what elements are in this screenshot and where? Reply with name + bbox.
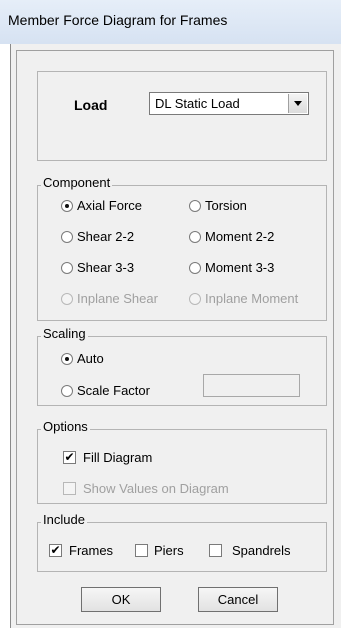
radio-shear-2-2[interactable]	[61, 231, 73, 243]
label-show-values: Show Values on Diagram	[83, 481, 229, 496]
include-legend: Include	[41, 512, 87, 527]
label-inplane-moment: Inplane Moment	[205, 291, 299, 306]
label-fill-diagram[interactable]: Fill Diagram	[83, 450, 152, 465]
dropdown-arrow-button[interactable]	[288, 94, 307, 113]
checkbox-fill-diagram[interactable]: ✔	[63, 451, 76, 464]
radio-inplane-shear	[61, 293, 73, 305]
radio-shear-3-3[interactable]	[61, 262, 73, 274]
load-group	[37, 71, 327, 161]
radio-scale-factor[interactable]	[61, 385, 73, 397]
scaling-legend: Scaling	[41, 326, 88, 341]
scale-factor-input[interactable]	[203, 374, 300, 397]
checkbox-frames[interactable]: ✔	[49, 544, 62, 557]
label-axial-force[interactable]: Axial Force	[77, 198, 142, 213]
label-shear-3-3[interactable]: Shear 3-3	[77, 260, 134, 275]
label-piers[interactable]: Piers	[154, 543, 184, 558]
label-scale-factor[interactable]: Scale Factor	[77, 383, 150, 398]
label-inplane-shear: Inplane Shear	[77, 291, 158, 306]
label-frames[interactable]: Frames	[69, 543, 113, 558]
radio-auto[interactable]	[61, 353, 73, 365]
checkbox-spandrels[interactable]	[209, 544, 222, 557]
window-title: Member Force Diagram for Frames	[8, 12, 228, 28]
ok-button[interactable]: OK	[81, 587, 161, 612]
label-torsion[interactable]: Torsion	[205, 198, 247, 213]
radio-moment-2-2[interactable]	[189, 231, 201, 243]
load-dropdown[interactable]: DL Static Load	[149, 92, 309, 115]
checkbox-piers[interactable]	[135, 544, 148, 557]
dialog-body: Load DL Static Load Component Axial Forc…	[16, 50, 334, 625]
component-legend: Component	[41, 175, 113, 190]
label-moment-3-3[interactable]: Moment 3-3	[205, 260, 274, 275]
radio-axial-force[interactable]	[61, 200, 73, 212]
checkbox-show-values	[63, 482, 76, 495]
cancel-button[interactable]: Cancel	[198, 587, 278, 612]
radio-torsion[interactable]	[189, 200, 201, 212]
label-shear-2-2[interactable]: Shear 2-2	[77, 229, 134, 244]
options-legend: Options	[41, 419, 90, 434]
label-spandrels[interactable]: Spandrels	[232, 543, 291, 558]
load-label: Load	[74, 97, 108, 113]
label-auto[interactable]: Auto	[77, 351, 104, 366]
title-bar: Member Force Diagram for Frames	[0, 0, 341, 44]
chevron-down-icon	[294, 101, 302, 106]
radio-inplane-moment	[189, 293, 201, 305]
label-moment-2-2[interactable]: Moment 2-2	[205, 229, 274, 244]
load-dropdown-value: DL Static Load	[155, 96, 240, 111]
radio-moment-3-3[interactable]	[189, 262, 201, 274]
